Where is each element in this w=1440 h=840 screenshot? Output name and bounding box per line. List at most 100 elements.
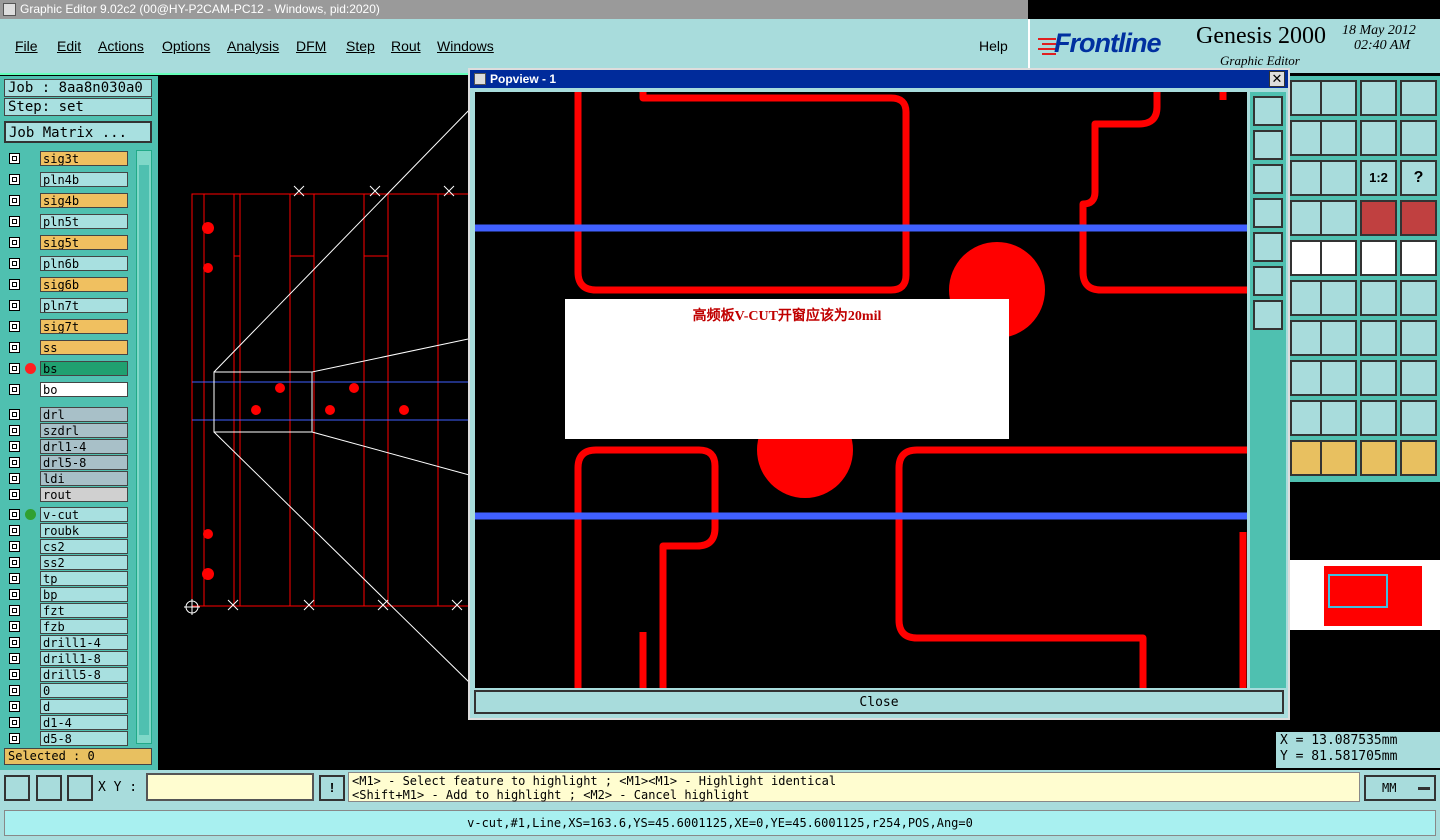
layer-row[interactable]: drl5-8 xyxy=(6,455,128,470)
grid-tool-icon[interactable] xyxy=(1320,200,1357,236)
layer-checkbox[interactable] xyxy=(9,237,20,248)
menu-windows[interactable]: Windows xyxy=(437,38,494,54)
pan-right-icon[interactable] xyxy=(1253,232,1283,262)
scrollbar-thumb[interactable] xyxy=(139,165,149,735)
triangle4-tool-icon[interactable] xyxy=(1400,400,1437,436)
menu-dfm[interactable]: DFM xyxy=(296,38,326,54)
layer-checkbox[interactable] xyxy=(9,216,20,227)
layer-row[interactable]: sig5t xyxy=(6,235,128,250)
net-tool-icon[interactable] xyxy=(1360,200,1397,236)
layer-checkbox[interactable] xyxy=(9,195,20,206)
net2-tool-icon[interactable] xyxy=(1400,200,1437,236)
draw-line-tool-icon[interactable] xyxy=(1320,320,1357,356)
triangle2-tool-icon[interactable] xyxy=(1320,400,1357,436)
layer-checkbox[interactable] xyxy=(9,409,20,420)
help-tool-icon[interactable]: ? xyxy=(1400,160,1437,196)
zoom-in-icon[interactable] xyxy=(1253,96,1283,126)
group-tool-icon[interactable] xyxy=(1400,360,1437,396)
menu-step[interactable]: Step xyxy=(346,38,375,54)
layer-row[interactable]: szdrl xyxy=(6,423,128,438)
layer-row[interactable]: sig7t xyxy=(6,319,128,334)
layer-checkbox[interactable] xyxy=(9,573,20,584)
ruler-tool-icon[interactable] xyxy=(1360,240,1397,276)
layer-row[interactable]: fzt xyxy=(6,603,128,618)
layer-row[interactable]: fzb xyxy=(6,619,128,634)
layer-row[interactable]: d5-8 xyxy=(6,731,128,746)
layer-row[interactable]: ss xyxy=(6,340,128,355)
menu-edit[interactable]: Edit xyxy=(57,38,81,54)
layer-row[interactable]: sig6b xyxy=(6,277,128,292)
layer-checkbox[interactable] xyxy=(9,153,20,164)
layer-row[interactable]: pln6b xyxy=(6,256,128,271)
layer-checkbox[interactable] xyxy=(9,457,20,468)
layer-checkbox[interactable] xyxy=(9,441,20,452)
layer-checkbox[interactable] xyxy=(9,525,20,536)
menu-rout[interactable]: Rout xyxy=(391,38,421,54)
menu-help[interactable]: Help xyxy=(979,38,1008,54)
layer-checkbox[interactable] xyxy=(9,557,20,568)
layer-row[interactable]: rout xyxy=(6,487,128,502)
move-tool-icon[interactable] xyxy=(1320,120,1357,156)
layer-checkbox[interactable] xyxy=(9,589,20,600)
layer-checkbox[interactable] xyxy=(9,425,20,436)
layer-checkbox[interactable] xyxy=(9,637,20,648)
layer-row[interactable]: 0 xyxy=(6,683,128,698)
layer-row[interactable]: drl xyxy=(6,407,128,422)
layer-row[interactable]: d1-4 xyxy=(6,715,128,730)
octagon-tool-icon[interactable] xyxy=(1400,240,1437,276)
layer-row[interactable]: drl1-4 xyxy=(6,439,128,454)
layer-row[interactable]: drill1-4 xyxy=(6,635,128,650)
arc-tool-icon[interactable] xyxy=(1360,320,1397,356)
menu-file[interactable]: File xyxy=(15,38,38,54)
layer-checkbox[interactable] xyxy=(9,489,20,500)
layer-checkbox[interactable] xyxy=(9,701,20,712)
measure-icon[interactable] xyxy=(36,775,62,801)
rotate-tool-icon[interactable] xyxy=(1360,120,1397,156)
select-box-tool-icon[interactable] xyxy=(1320,440,1357,476)
overview-thumbnail[interactable] xyxy=(1290,560,1440,630)
mirror-tool-icon[interactable] xyxy=(1400,120,1437,156)
layer-checkbox[interactable] xyxy=(9,733,20,744)
alert-icon[interactable]: ! xyxy=(319,775,345,801)
units-select[interactable]: MM xyxy=(1364,775,1436,801)
layer-checkbox[interactable] xyxy=(9,605,20,616)
poly-tool-icon[interactable] xyxy=(1320,240,1357,276)
layer-row[interactable]: drill1-8 xyxy=(6,651,128,666)
save-tool-icon[interactable] xyxy=(1320,80,1357,116)
layer-checkbox[interactable] xyxy=(9,363,20,374)
center-view-icon[interactable] xyxy=(1253,300,1283,330)
main-graphic-canvas[interactable] xyxy=(158,76,473,770)
layer-checkbox[interactable] xyxy=(9,258,20,269)
layer-row[interactable]: sig3t xyxy=(6,151,128,166)
layer-row[interactable]: pln7t xyxy=(6,298,128,313)
triangle3-tool-icon[interactable] xyxy=(1360,400,1397,436)
layer-checkbox[interactable] xyxy=(9,279,20,290)
layer-row[interactable]: v-cut xyxy=(6,507,128,522)
layer-row[interactable]: bs xyxy=(6,361,128,376)
layer-row[interactable]: pln5t xyxy=(6,214,128,229)
line-pad-tool-icon[interactable] xyxy=(1360,280,1397,316)
layer-checkbox[interactable] xyxy=(9,384,20,395)
zoom-area-icon[interactable] xyxy=(4,775,30,801)
home-tool-icon[interactable] xyxy=(1360,80,1397,116)
layer-checkbox[interactable] xyxy=(9,300,20,311)
layer-row[interactable]: sig4b xyxy=(6,193,128,208)
layer-checkbox[interactable] xyxy=(9,541,20,552)
layer-scrollbar[interactable] xyxy=(136,150,152,744)
layer-row[interactable]: drill5-8 xyxy=(6,667,128,682)
symbol-tool-icon[interactable] xyxy=(1400,320,1437,356)
zoom-out-icon[interactable] xyxy=(1253,130,1283,160)
pan-left-icon[interactable] xyxy=(1253,198,1283,228)
menu-analysis[interactable]: Analysis xyxy=(227,38,279,54)
select-pointer-tool-icon[interactable] xyxy=(1360,440,1397,476)
cross-tool-icon[interactable] xyxy=(1320,280,1357,316)
layer-checkbox[interactable] xyxy=(9,509,20,520)
scale-tool-icon[interactable]: 1:2 xyxy=(1360,160,1397,196)
window-tool-icon[interactable] xyxy=(1400,80,1437,116)
layer-checkbox[interactable] xyxy=(9,717,20,728)
center-tool-icon[interactable] xyxy=(1320,160,1357,196)
layer-checkbox[interactable] xyxy=(9,669,20,680)
snap-grid-icon[interactable] xyxy=(67,775,93,801)
job-matrix-button[interactable]: Job Matrix ... xyxy=(4,121,152,143)
layer-checkbox[interactable] xyxy=(9,473,20,484)
